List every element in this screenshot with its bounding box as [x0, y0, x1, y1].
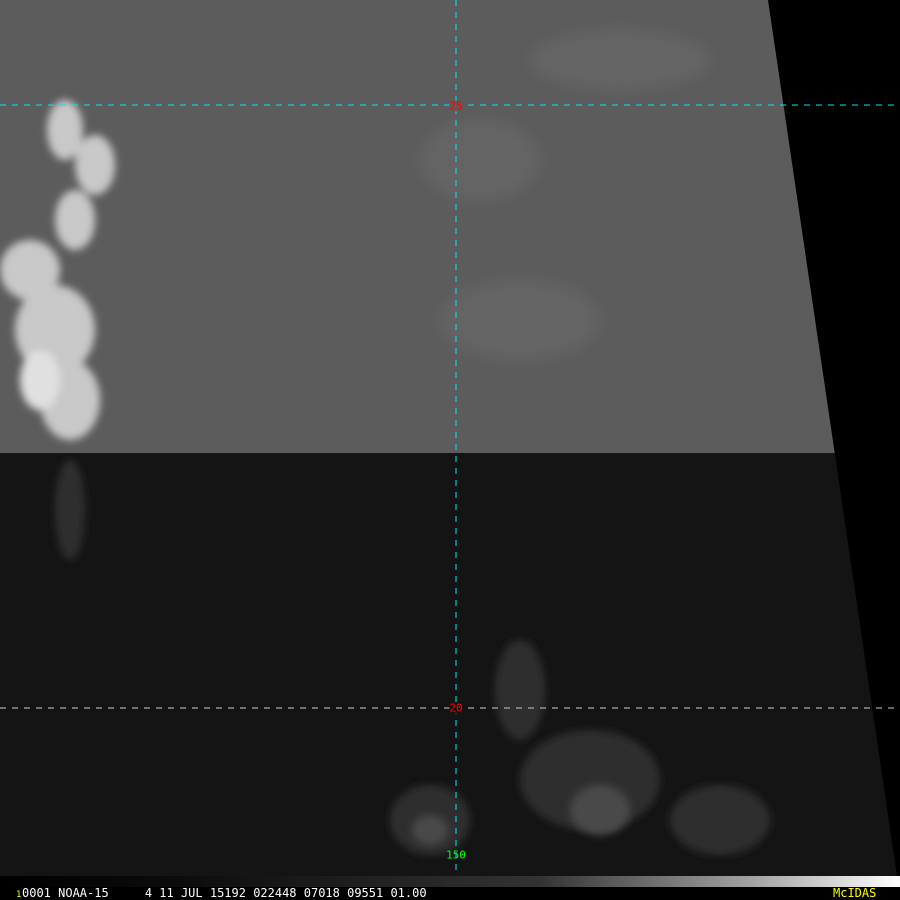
satellite-image-viewer: 25 20 150 1 0001 NOAA-15 4 11 JUL 15192 … [0, 0, 900, 900]
latitude-label-20: 20 [449, 701, 463, 715]
mcidas-brand: McIDAS [833, 886, 877, 900]
upper-scan-region [0, 0, 897, 453]
image-info-text: 0001 NOAA-15 4 11 JUL 15192 022448 07018… [22, 886, 427, 900]
longitude-label-150: 150 [446, 848, 466, 862]
satellite-image [0, 0, 900, 876]
frame-number: 1 [16, 890, 22, 900]
status-bar: 1 0001 NOAA-15 4 11 JUL 15192 022448 070… [0, 887, 900, 900]
latitude-label-25: 25 [449, 99, 463, 113]
